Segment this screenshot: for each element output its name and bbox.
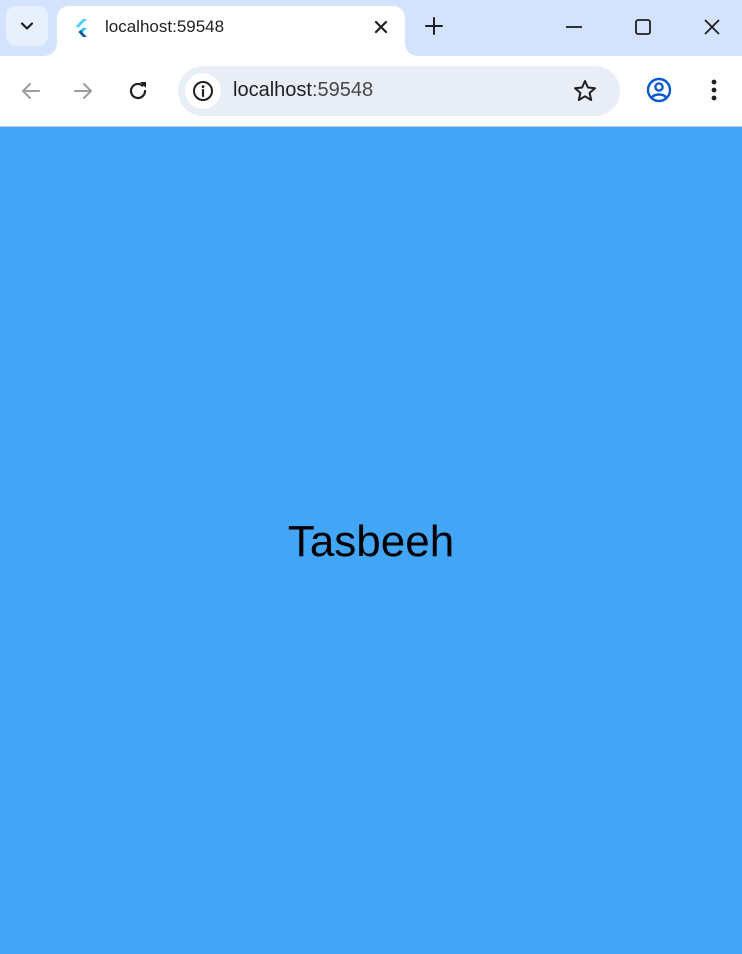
address-bar[interactable]: localhost:59548 [178, 66, 620, 116]
chevron-down-icon [19, 18, 35, 34]
tab-strip: localhost:59548 [0, 0, 742, 56]
url-host: localhost [233, 79, 312, 101]
minimize-button[interactable] [564, 17, 584, 37]
page-title: Tasbeeh [287, 517, 455, 566]
tab-active[interactable]: localhost:59548 [45, 6, 417, 56]
reload-button[interactable] [126, 79, 150, 103]
new-tab-button[interactable] [423, 15, 445, 37]
back-button[interactable] [19, 79, 43, 103]
app-content: Tasbeeh [0, 127, 742, 954]
tab-title: localhost:59548 [105, 17, 225, 36]
tab-close-button[interactable] [371, 17, 391, 37]
profile-icon[interactable] [645, 76, 673, 104]
browser-toolbar: localhost:59548 [0, 56, 742, 127]
more-vert-icon[interactable] [703, 76, 725, 104]
flutter-logo-icon [73, 18, 91, 38]
close-window-button[interactable] [702, 17, 722, 37]
maximize-button[interactable] [633, 17, 653, 37]
tab-search-button[interactable] [6, 6, 48, 46]
star-icon[interactable] [572, 78, 598, 104]
info-icon[interactable] [185, 73, 221, 109]
forward-button[interactable] [71, 79, 95, 103]
url-text[interactable]: localhost:59548 [233, 79, 373, 102]
url-port: :59548 [311, 79, 374, 101]
